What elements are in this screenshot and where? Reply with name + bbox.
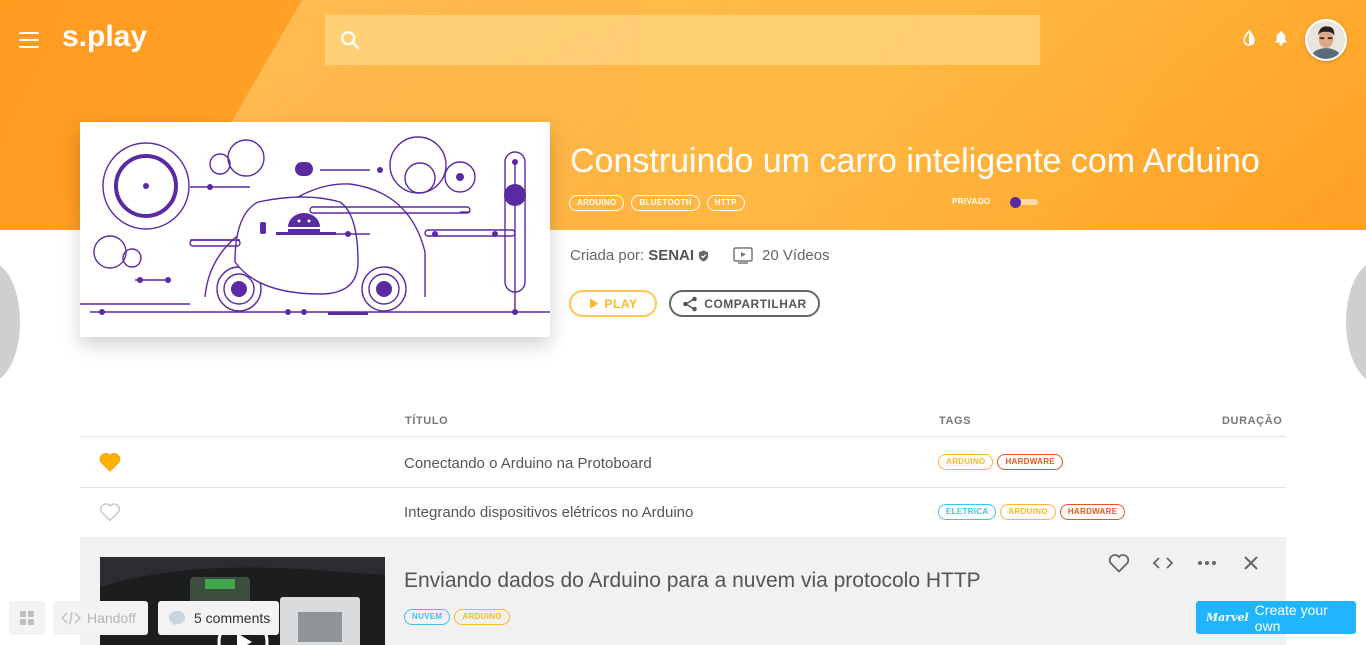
page: s.play Construindo um carro inteligente …	[0, 0, 1366, 645]
video-tag[interactable]: NUVEM	[404, 609, 451, 625]
user-photo-icon	[1307, 21, 1345, 59]
smart-car-illustration	[80, 122, 550, 337]
comments-label: 5 comments	[194, 610, 271, 626]
video-title[interactable]: Integrando dispositivos elétricos no Ard…	[404, 504, 693, 521]
close-icon[interactable]	[1240, 553, 1262, 573]
contrast-icon[interactable]	[1242, 30, 1256, 46]
column-header-title[interactable]: TÍTULO	[405, 415, 448, 427]
expanded-video-tags: NUVEM ARDUINO	[404, 609, 510, 625]
video-tag[interactable]: ARDUINO	[454, 609, 510, 625]
favorite-heart-icon[interactable]	[99, 452, 121, 472]
search-icon	[341, 31, 360, 50]
video-tag[interactable]: ARDUINO	[1000, 504, 1056, 520]
private-label: PRIVADO	[952, 197, 991, 206]
share-label: COMPARTILHAR	[704, 296, 807, 311]
table-divider	[80, 487, 1286, 488]
more-options-icon[interactable]	[1196, 553, 1218, 573]
column-header-duration[interactable]: DURAÇÃO	[1222, 415, 1282, 427]
marvel-logo: Marvel	[1206, 611, 1249, 624]
videos-count-label: 20 Vídeos	[762, 247, 830, 264]
play-button[interactable]: PLAY	[569, 290, 657, 317]
video-tags: ELETRICA ARDUINO HARDWARE	[938, 504, 1126, 520]
marvel-handoff-button[interactable]: Handoff	[53, 601, 148, 635]
menu-icon[interactable]	[18, 30, 40, 50]
verified-shield-icon	[699, 250, 709, 261]
carousel-next[interactable]	[1346, 262, 1366, 382]
handoff-label: Handoff	[87, 610, 136, 626]
created-by-label: Criada por:	[570, 247, 645, 264]
course-tag[interactable]: ARDUINO	[569, 195, 625, 211]
course-tag[interactable]: HTTP	[706, 195, 745, 211]
search-bar[interactable]	[325, 15, 1040, 65]
video-tag[interactable]: ARDUINO	[938, 454, 994, 470]
play-icon	[589, 298, 599, 309]
course-tags: ARDUINO BLUETOOTH HTTP	[569, 195, 745, 211]
course-title: Construindo um carro inteligente com Ard…	[570, 142, 1260, 180]
marvel-create-button[interactable]: Marvel Create your own	[1196, 601, 1356, 634]
heart-outline-icon[interactable]	[1108, 553, 1130, 573]
create-label: Create your own	[1254, 601, 1328, 634]
course-tag[interactable]: BLUETOOTH	[631, 195, 700, 211]
header-actions	[1242, 30, 1288, 46]
video-tags: ARDUINO HARDWARE	[938, 454, 1063, 470]
grid-icon	[20, 611, 34, 625]
private-toggle[interactable]	[1010, 197, 1038, 208]
bell-icon[interactable]	[1274, 30, 1288, 46]
expanded-actions	[1108, 553, 1262, 573]
favorite-heart-outline-icon[interactable]	[99, 502, 121, 522]
video-playlist-icon	[733, 247, 753, 264]
share-button[interactable]: COMPARTILHAR	[669, 290, 820, 317]
share-icon	[683, 296, 698, 311]
video-tag[interactable]: HARDWARE	[1059, 504, 1126, 520]
video-tag[interactable]: ELETRICA	[938, 504, 997, 520]
table-divider	[80, 436, 1286, 437]
logo[interactable]: s.play	[62, 20, 147, 54]
course-illustration	[80, 122, 550, 337]
marvel-grid-button[interactable]	[9, 601, 45, 635]
course-meta: Criada por: SENAI 20 Vídeos	[570, 247, 830, 264]
play-label: PLAY	[604, 296, 638, 311]
search-input[interactable]	[361, 15, 1040, 65]
embed-code-icon[interactable]	[1152, 553, 1174, 573]
carousel-prev[interactable]	[0, 262, 20, 382]
video-title[interactable]: Conectando o Arduino na Protoboard	[404, 455, 652, 472]
avatar[interactable]	[1305, 19, 1347, 61]
creator-name[interactable]: SENAI	[648, 247, 694, 264]
expanded-video-title[interactable]: Enviando dados do Arduino para a nuvem v…	[404, 569, 981, 593]
comment-bubble-icon	[169, 611, 185, 626]
code-icon	[61, 611, 81, 625]
video-tag[interactable]: HARDWARE	[997, 454, 1063, 470]
videos-count: 20 Vídeos	[733, 247, 830, 264]
column-header-tags[interactable]: TAGS	[939, 415, 971, 427]
marvel-comments-button[interactable]: 5 comments	[158, 601, 279, 635]
